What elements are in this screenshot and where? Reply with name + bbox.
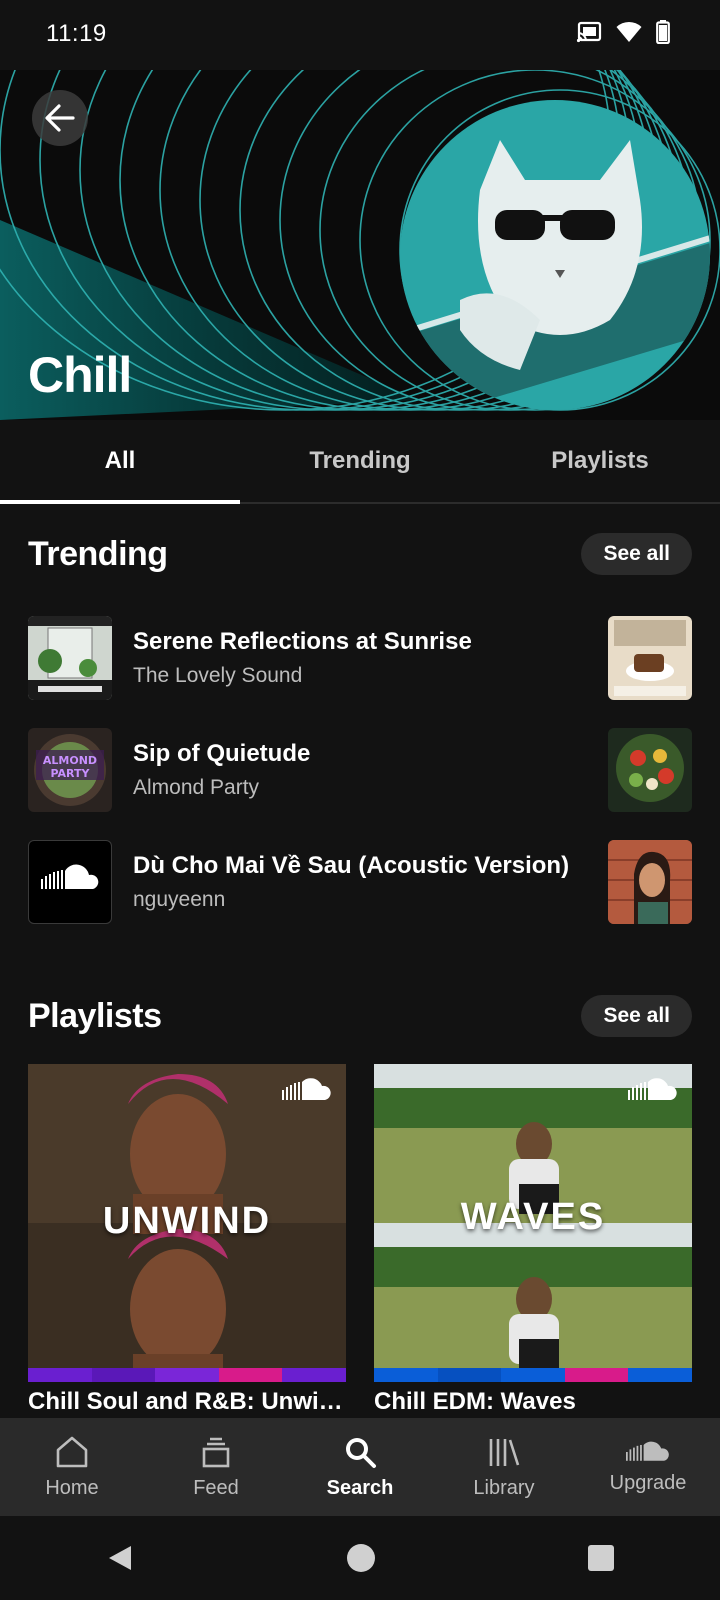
track-row[interactable]: Dù Cho Mai Về Sau (Acoustic Version) ngu… bbox=[28, 840, 692, 924]
nav-home-label: Home bbox=[45, 1476, 99, 1499]
search-icon bbox=[346, 1437, 376, 1468]
playlists-header: Playlists See all bbox=[28, 994, 692, 1038]
battery-icon bbox=[656, 20, 670, 44]
page-title: Chill bbox=[28, 347, 132, 403]
nav-feed-label: Feed bbox=[193, 1476, 239, 1499]
back-button[interactable] bbox=[32, 90, 88, 146]
track-artist: Almond Party bbox=[133, 776, 260, 799]
track-artwork bbox=[28, 616, 112, 700]
playlists-title: Playlists bbox=[28, 996, 162, 1035]
playlist-card[interactable]: UNWIND Chill Soul and R&B: Unwind bbox=[28, 1064, 346, 1416]
system-home-icon[interactable] bbox=[346, 1543, 376, 1573]
playlists-see-all-button[interactable]: See all bbox=[581, 995, 692, 1037]
svg-text:ALMOND: ALMOND bbox=[43, 754, 97, 767]
system-recents-icon[interactable] bbox=[587, 1544, 615, 1572]
system-navigation-bar bbox=[0, 1516, 720, 1600]
cast-icon bbox=[576, 21, 602, 43]
soundcloud-icon bbox=[282, 1078, 332, 1107]
tab-trending[interactable]: Trending bbox=[240, 420, 480, 502]
status-icons bbox=[576, 20, 670, 44]
nav-feed[interactable]: Feed bbox=[144, 1418, 288, 1516]
wifi-icon bbox=[616, 21, 642, 43]
track-row[interactable]: ALMOND PARTY Sip of Quietude Almond Party bbox=[28, 728, 692, 812]
nav-upgrade-label: Upgrade bbox=[609, 1471, 687, 1494]
tab-playlists[interactable]: Playlists bbox=[480, 420, 720, 502]
tab-all[interactable]: All bbox=[0, 420, 240, 504]
track-row[interactable]: Serene Reflections at Sunrise The Lovely… bbox=[28, 616, 692, 700]
playlist-color-strip bbox=[28, 1368, 346, 1382]
playlist-title: Chill EDM: Waves bbox=[374, 1388, 576, 1415]
soundcloud-icon bbox=[626, 1441, 669, 1461]
nav-library-label: Library bbox=[473, 1476, 535, 1499]
tab-bar: All Trending Playlists bbox=[0, 420, 720, 504]
home-icon bbox=[56, 1436, 88, 1467]
playlist-card[interactable]: WAVES Chill EDM: Waves bbox=[374, 1064, 692, 1416]
trending-header: Trending See all bbox=[28, 532, 692, 576]
playlist-cover-text: UNWIND bbox=[102, 1200, 272, 1242]
nav-upgrade[interactable]: Upgrade bbox=[576, 1418, 720, 1516]
nav-search-label: Search bbox=[326, 1476, 394, 1499]
track-artist: nguyeenn bbox=[133, 888, 226, 911]
playlist-cover-text: WAVES bbox=[460, 1196, 606, 1238]
soundcloud-icon bbox=[628, 1078, 678, 1107]
track-artwork bbox=[28, 840, 112, 924]
feed-icon bbox=[202, 1437, 230, 1467]
hero-banner: Chill bbox=[0, 70, 720, 420]
trending-title: Trending bbox=[28, 534, 168, 573]
track-side-artwork[interactable] bbox=[608, 616, 692, 700]
playlist-title: Chill Soul and R&B: Unwind bbox=[28, 1388, 346, 1415]
track-title: Sip of Quietude bbox=[133, 740, 311, 767]
playlist-color-strip bbox=[374, 1368, 692, 1382]
nav-search[interactable]: Search bbox=[288, 1418, 432, 1516]
track-title: Dù Cho Mai Về Sau (Acoustic Version) bbox=[133, 852, 570, 879]
soundcloud-icon bbox=[41, 864, 99, 889]
track-side-artwork[interactable] bbox=[608, 840, 692, 924]
track-side-artwork[interactable] bbox=[608, 728, 692, 812]
trending-see-all-button[interactable]: See all bbox=[581, 533, 692, 575]
track-title: Serene Reflections at Sunrise bbox=[133, 628, 472, 655]
system-back-icon[interactable] bbox=[105, 1543, 135, 1573]
library-icon bbox=[489, 1438, 520, 1466]
playlist-cover: WAVES bbox=[374, 1064, 692, 1382]
track-artwork: ALMOND PARTY bbox=[28, 728, 112, 812]
bottom-navigation: Home Feed Search Library Upgrade bbox=[0, 1418, 720, 1516]
nav-library[interactable]: Library bbox=[432, 1418, 576, 1516]
track-artist: The Lovely Sound bbox=[133, 664, 303, 687]
nav-home[interactable]: Home bbox=[0, 1418, 144, 1516]
playlist-cover: UNWIND bbox=[28, 1064, 346, 1382]
svg-text:PARTY: PARTY bbox=[50, 767, 90, 780]
status-time: 11:19 bbox=[46, 20, 107, 47]
status-bar: 11:19 bbox=[0, 0, 720, 70]
arrow-left-icon bbox=[45, 104, 75, 132]
